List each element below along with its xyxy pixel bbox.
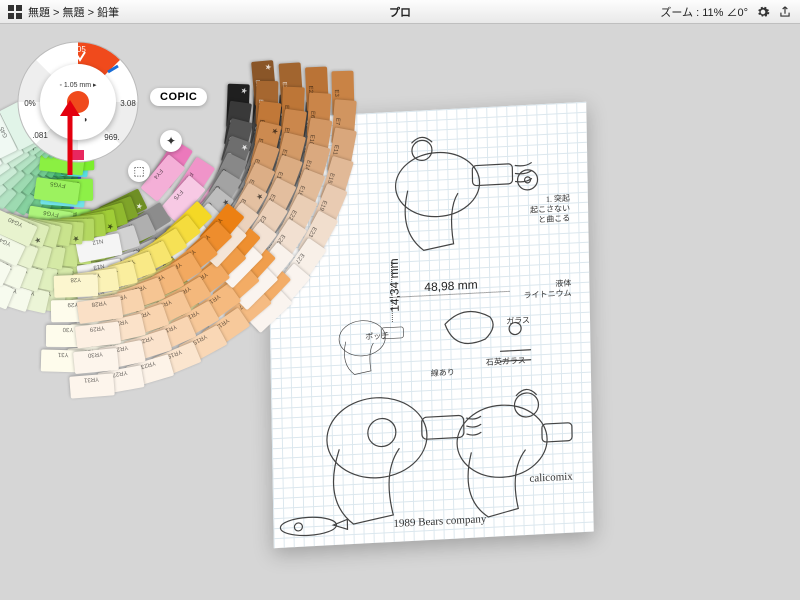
top-toolbar: 無題 > 無題 > 鉛筆 プロ ズーム : 11% ∠0°: [0, 0, 800, 24]
note: と曲こる: [538, 213, 570, 226]
note: ガラス: [506, 315, 530, 327]
share-icon[interactable]: [778, 5, 792, 19]
svg-text:.081: .081: [32, 131, 48, 140]
add-tool-button[interactable]: ✦: [160, 130, 182, 152]
color-swatch[interactable]: YR30: [73, 348, 119, 374]
artist-signature: calicomix: [529, 471, 573, 485]
note: 石英ガラス: [486, 355, 526, 368]
breadcrumb[interactable]: 無題 > 無題 > 鉛筆: [28, 4, 119, 20]
gear-icon[interactable]: [756, 5, 770, 19]
color-swatch[interactable]: Y28: [54, 274, 99, 298]
zoom-readout[interactable]: ズーム : 11% ∠0°: [660, 4, 748, 20]
mode-label[interactable]: プロ: [389, 4, 411, 20]
svg-text:0%: 0%: [24, 99, 36, 108]
note: ポッチ: [365, 330, 389, 342]
color-swatch[interactable]: YR31: [69, 373, 115, 398]
gallery-icon[interactable]: [8, 5, 22, 19]
palette-label[interactable]: COPIC: [150, 88, 207, 106]
svg-text:969.: 969.: [104, 133, 120, 142]
note: 線あり: [431, 367, 455, 379]
svg-text:3.08: 3.08: [120, 99, 136, 108]
dimension-vertical: 14,34 mm: [387, 258, 402, 312]
dimension-horizontal: 48,98 mm: [424, 278, 478, 295]
annotation-arrow: [55, 100, 85, 180]
